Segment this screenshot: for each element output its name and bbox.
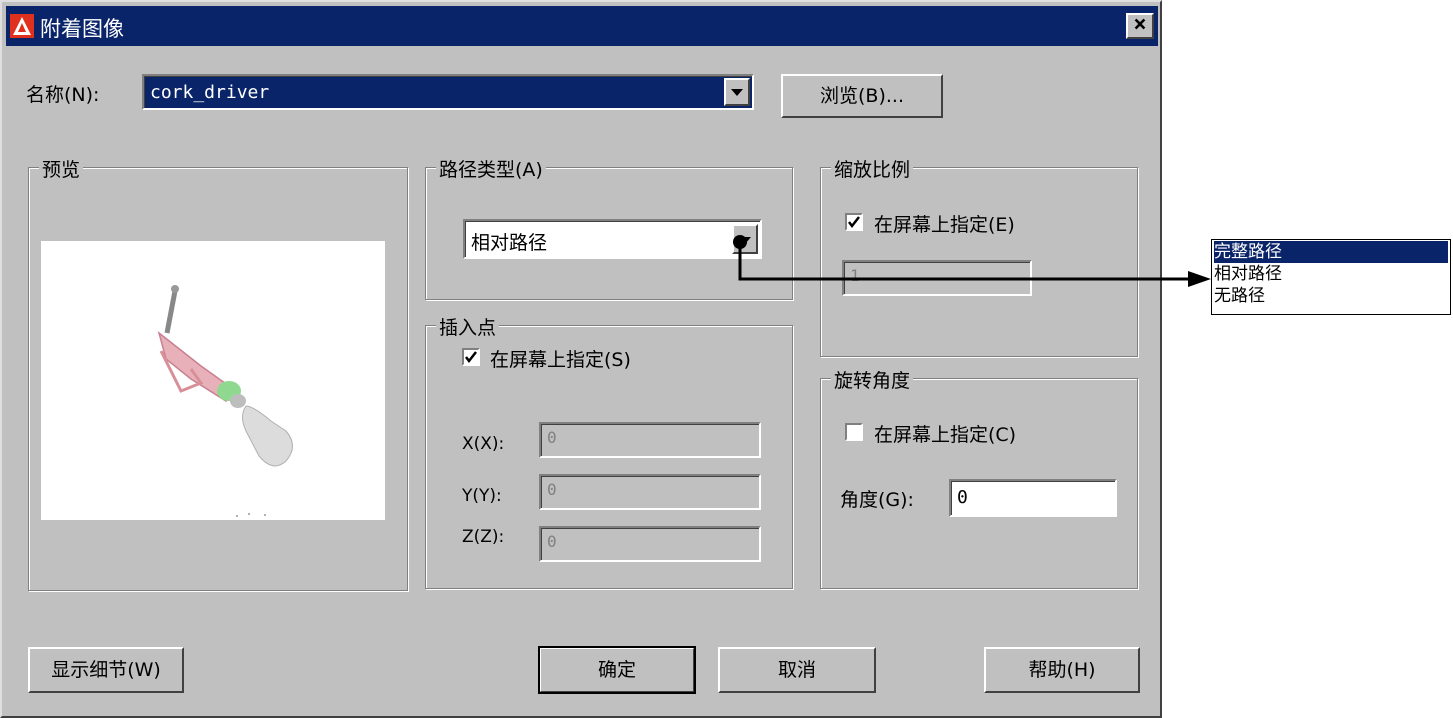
option-no-path[interactable]: 无路径	[1214, 285, 1448, 307]
path-type-options-list: 完整路径 相对路径 无路径	[1211, 239, 1451, 315]
option-relative-path[interactable]: 相对路径	[1214, 263, 1448, 285]
callout-arrow	[733, 235, 1211, 287]
option-full-path[interactable]: 完整路径	[1214, 241, 1448, 263]
